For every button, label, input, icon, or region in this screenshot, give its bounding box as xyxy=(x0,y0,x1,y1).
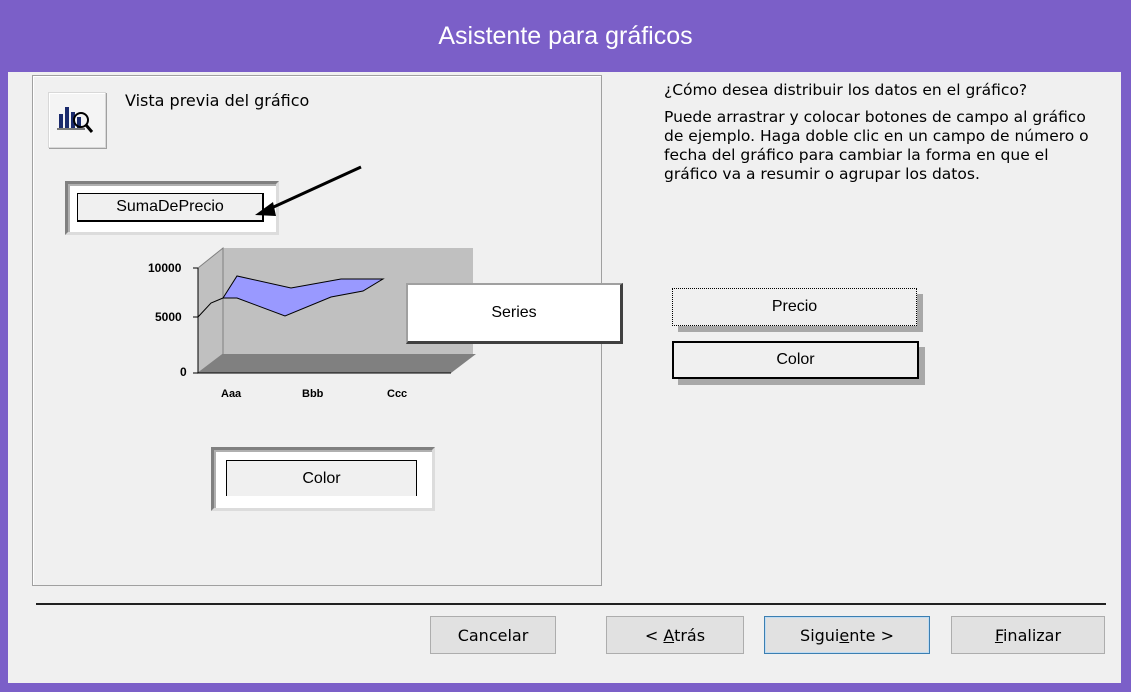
chart-side-wall xyxy=(197,246,224,375)
axis-field-drop-zone[interactable]: Color xyxy=(211,447,435,511)
separator xyxy=(36,603,1106,605)
field-button-label: Precio xyxy=(771,298,818,315)
axis-field-button[interactable]: Color xyxy=(226,460,417,496)
preview-label: Vista previa del gráfico xyxy=(125,91,310,110)
chart-preview-panel: Vista previa del gráfico SumaDePrecio 10… xyxy=(32,75,623,586)
instructions: ¿Cómo desea distribuir los datos en el g… xyxy=(664,81,1094,192)
back-button[interactable]: < Atrás xyxy=(606,616,744,654)
axis-field-label: Color xyxy=(302,469,341,487)
next-label: Siguiente > xyxy=(800,625,894,645)
window-title: Asistente para gráficos xyxy=(438,21,693,50)
x-tick-label: Ccc xyxy=(387,388,408,400)
next-button[interactable]: Siguiente > xyxy=(764,616,930,654)
field-button-precio[interactable]: Precio xyxy=(672,288,917,326)
instructions-question: ¿Cómo desea distribuir los datos en el g… xyxy=(664,81,1028,99)
data-field-label: SumaDePrecio xyxy=(116,198,224,215)
instructions-body: Puede arrastrar y colocar botones de cam… xyxy=(664,108,1089,183)
title-bar: Asistente para gráficos xyxy=(0,0,1131,72)
field-button-color[interactable]: Color xyxy=(672,341,919,379)
chart-floor xyxy=(198,354,476,373)
dialog-body: Vista previa del gráfico SumaDePrecio 10… xyxy=(8,72,1121,683)
finish-button[interactable]: Finalizar xyxy=(951,616,1105,654)
annotation-arrow xyxy=(266,165,362,212)
series-ribbon xyxy=(222,275,385,317)
y-tick-label: 5000 xyxy=(155,310,182,324)
y-tick-label: 0 xyxy=(180,365,187,379)
finish-label: Finalizar xyxy=(994,625,1062,645)
x-tick-label: Aaa xyxy=(221,388,242,400)
series-field-label: Series xyxy=(491,304,537,321)
y-tick-label: 10000 xyxy=(148,261,182,275)
cancel-button[interactable]: Cancelar xyxy=(430,616,556,654)
data-field-drop-zone[interactable]: SumaDePrecio xyxy=(65,181,279,235)
chart-zoom-icon[interactable] xyxy=(48,92,106,148)
back-label: < Atrás xyxy=(644,625,706,645)
cancel-label: Cancelar xyxy=(457,625,529,645)
series-line-front xyxy=(197,297,224,318)
field-button-label: Color xyxy=(776,351,815,368)
x-tick-label: Bbb xyxy=(302,388,324,400)
data-field-button[interactable]: SumaDePrecio xyxy=(77,193,264,222)
series-field-drop-zone[interactable]: Series xyxy=(406,283,623,344)
